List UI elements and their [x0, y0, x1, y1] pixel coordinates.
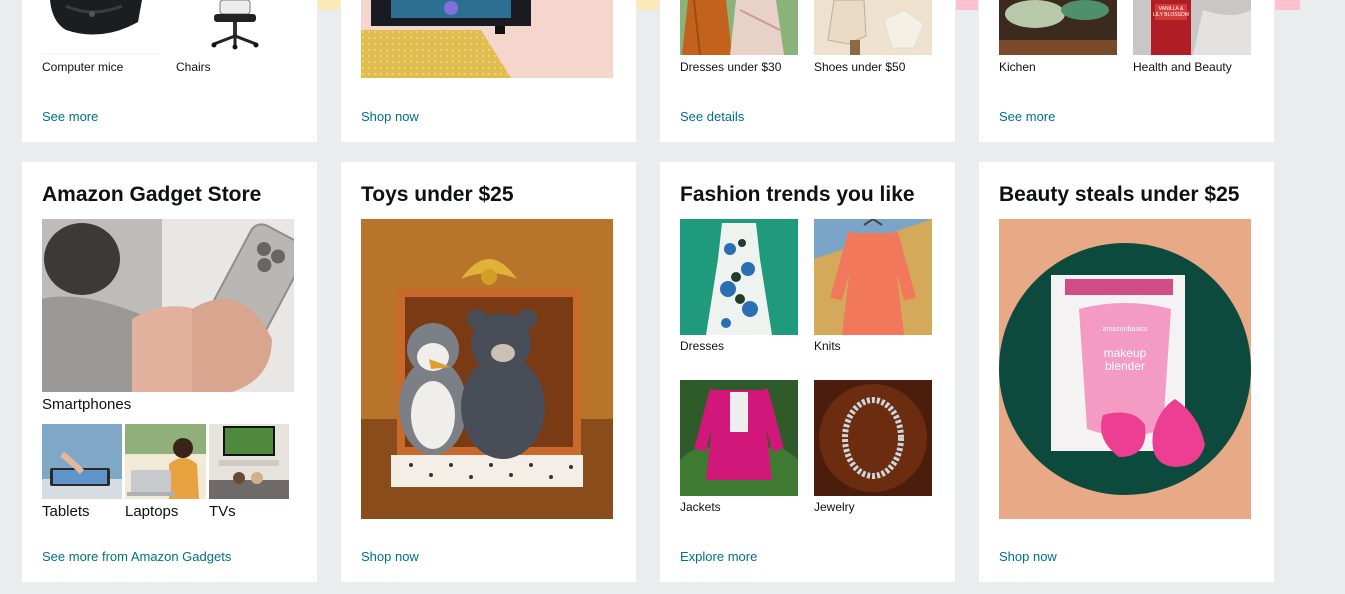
card-computer-accessories: Computer mice Chairs See more — [22, 0, 317, 142]
jacket-image[interactable] — [680, 380, 798, 496]
product-name-line2: blender — [1105, 359, 1145, 373]
plush-toys-image[interactable] — [361, 219, 613, 519]
category-label: Chairs — [176, 60, 211, 74]
banner-strip-yellow-right — [637, 0, 659, 10]
tablet-image[interactable] — [42, 424, 122, 499]
category-label: Shoes under $50 — [814, 60, 906, 74]
category-label: Jewelry — [814, 500, 855, 514]
laptop-image[interactable] — [125, 424, 206, 499]
shop-now-link[interactable]: Shop now — [999, 549, 1057, 564]
category-label: Kichen — [999, 60, 1036, 74]
card-fashion-deals: Dresses under $30 Shoes under $50 See de… — [660, 0, 955, 142]
category-label: Tablets — [42, 503, 90, 520]
dresses-image[interactable] — [680, 0, 798, 55]
see-more-gadgets-link[interactable]: See more from Amazon Gadgets — [42, 549, 231, 564]
necklace-image[interactable] — [814, 380, 932, 496]
shop-now-link[interactable]: Shop now — [361, 109, 419, 124]
category-label: Health and Beauty — [1133, 60, 1232, 74]
banner-strip-pink-left — [956, 0, 978, 10]
office-chair-image[interactable] — [176, 0, 294, 55]
see-details-link[interactable]: See details — [680, 109, 744, 124]
see-more-link[interactable]: See more — [999, 109, 1055, 124]
boots-image[interactable] — [814, 0, 932, 55]
computer-mouse-image[interactable] — [42, 0, 160, 55]
makeup-blender-image[interactable]: amazonbasics makeup blender — [999, 219, 1251, 519]
category-label: Dresses — [680, 339, 725, 353]
category-label: Dresses under $30 — [680, 60, 782, 74]
card-amazon-gadget-store: Amazon Gadget Store Smartphones Tablets … — [22, 162, 317, 582]
category-label: Smartphones — [42, 396, 132, 413]
card-toys-under-25: Toys under $25 Shop now — [341, 162, 636, 582]
see-more-link[interactable]: See more — [42, 109, 98, 124]
card-fashion-trends: Fashion trends you like Dresses Knits Ja… — [660, 162, 955, 582]
card-home-beauty: VANILLA & LILY BLOSSOM Kichen Health and… — [979, 0, 1274, 142]
card-gaming-pc: Shop now — [341, 0, 636, 142]
card-title: Toys under $25 — [361, 183, 514, 206]
svg-text:LILY BLOSSOM: LILY BLOSSOM — [1153, 12, 1189, 18]
knit-cardigan-image[interactable] — [814, 219, 932, 335]
banner-strip-yellow-left — [318, 0, 340, 10]
beauty-bottle-image[interactable]: VANILLA & LILY BLOSSOM — [1133, 0, 1251, 55]
banner-strip-pink-right — [1275, 0, 1300, 10]
category-label: TVs — [209, 503, 236, 520]
shop-now-link[interactable]: Shop now — [361, 549, 419, 564]
category-label: Knits — [814, 339, 841, 353]
smartphone-image[interactable] — [42, 219, 294, 392]
category-label: Laptops — [125, 503, 179, 520]
category-label: Computer mice — [42, 60, 124, 74]
product-brand-text: amazonbasics — [1103, 326, 1148, 333]
card-beauty-steals: Beauty steals under $25 amazonbasics mak… — [979, 162, 1274, 582]
dress-image[interactable] — [680, 219, 798, 335]
gaming-pc-image[interactable] — [361, 0, 613, 78]
explore-more-link[interactable]: Explore more — [680, 549, 757, 564]
kitchen-image[interactable] — [999, 0, 1117, 55]
card-title: Amazon Gadget Store — [42, 183, 262, 206]
card-title: Fashion trends you like — [680, 183, 915, 206]
tv-image[interactable] — [209, 424, 289, 499]
category-label: Jackets — [680, 500, 721, 514]
product-name-line1: makeup — [1104, 346, 1147, 360]
card-title: Beauty steals under $25 — [999, 183, 1240, 206]
